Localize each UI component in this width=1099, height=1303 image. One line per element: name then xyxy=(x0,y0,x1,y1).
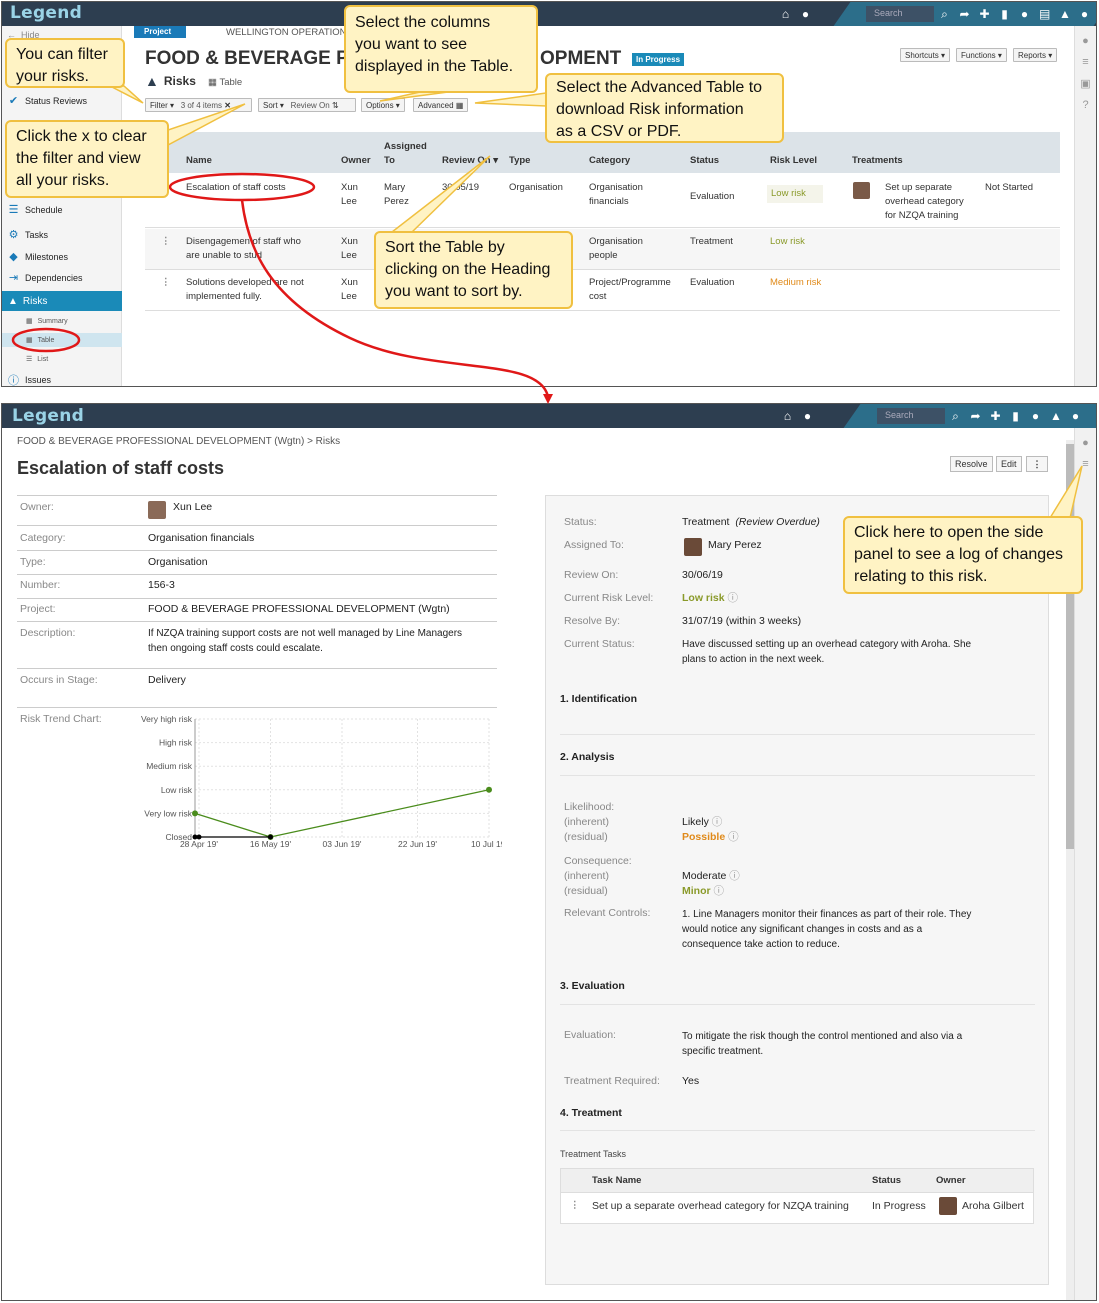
callout-line: You can filter xyxy=(16,46,108,63)
callout-columns: Select the columns you want to see display… xyxy=(344,5,538,93)
callout-line: as a CSV or PDF. xyxy=(556,123,682,140)
callout-sort: Sort the Table by clicking on the Heading… xyxy=(374,231,573,309)
callout-pointer-sort xyxy=(389,155,491,233)
callout-line: your risks. xyxy=(16,68,89,85)
callout-pointer-filter xyxy=(109,85,144,104)
callout-line: panel to see a log of changes xyxy=(854,546,1064,563)
callout-line: Sort the Table by xyxy=(385,239,505,256)
callout-side-panel: Click here to open the side panel to see … xyxy=(843,516,1083,594)
callout-line: all your risks. xyxy=(16,172,110,189)
callout-pointer-columns xyxy=(379,91,449,102)
callout-advanced: Select the Advanced Table to download Ris… xyxy=(545,73,784,143)
callout-pointer-clear xyxy=(167,103,246,147)
callout-line: the filter and view xyxy=(16,150,141,167)
callout-line: Select the columns xyxy=(355,14,491,31)
callout-line: Select the Advanced Table to xyxy=(556,79,763,96)
callout-clear-filter: Click the x to clear the filter and view a… xyxy=(5,120,169,198)
callout-line: displayed in the Table. xyxy=(355,58,514,75)
callout-pointer-side xyxy=(1048,465,1083,519)
callout-line: clicking on the Heading xyxy=(385,261,551,278)
callout-line: relating to this risk. xyxy=(854,568,988,585)
callout-line: you want to sort by. xyxy=(385,283,523,300)
callout-pointer-advanced xyxy=(474,92,547,107)
callout-line: Click the x to clear xyxy=(16,128,147,145)
callout-line: you want to see xyxy=(355,36,468,53)
callout-filter: You can filter your risks. xyxy=(5,38,125,88)
callout-line: Click here to open the side xyxy=(854,524,1044,541)
callout-line: download Risk information xyxy=(556,101,744,118)
